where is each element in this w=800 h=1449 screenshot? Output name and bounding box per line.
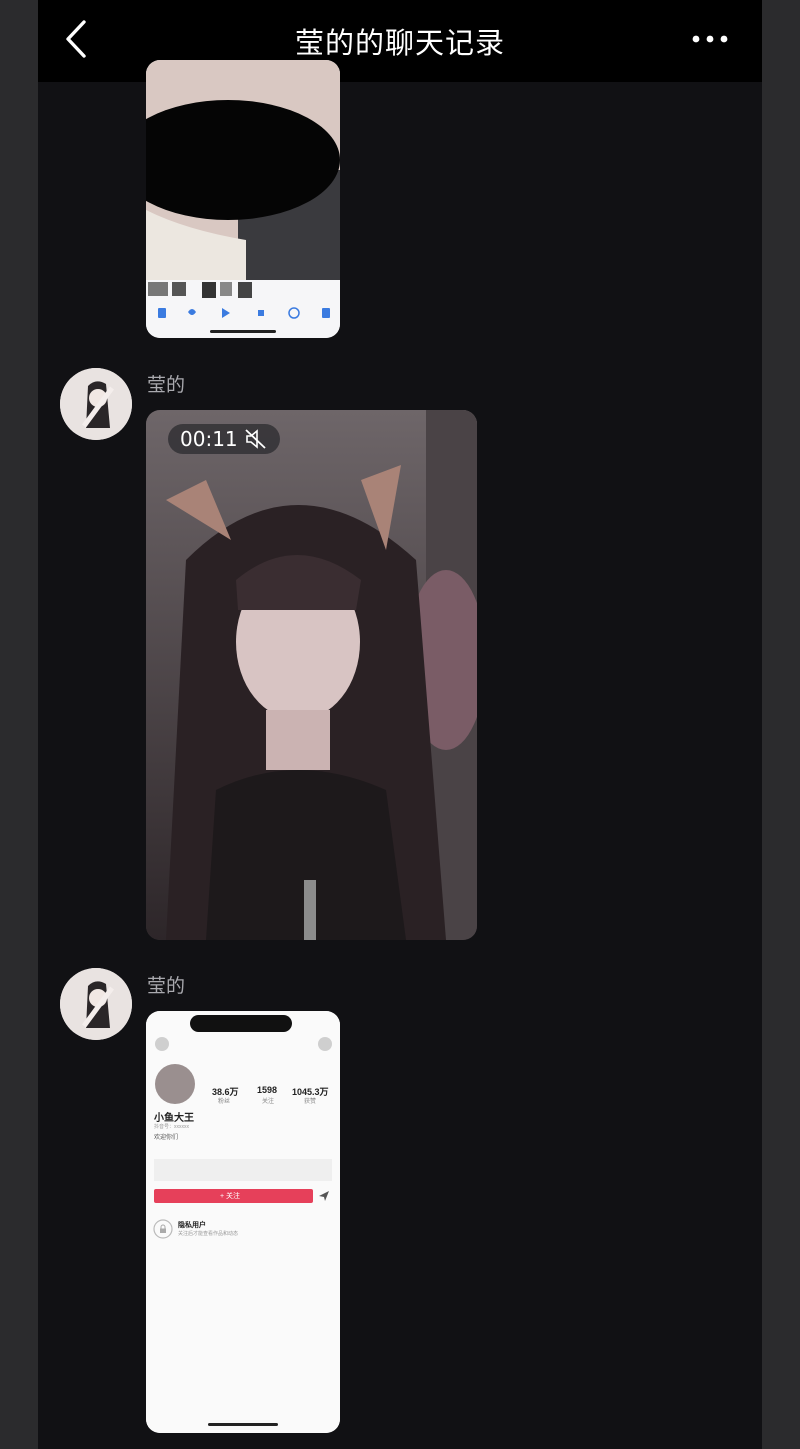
- message-video[interactable]: 00:11: [146, 410, 477, 940]
- profile-bio: 欢迎你们: [154, 1135, 179, 1141]
- message-image-1[interactable]: [146, 60, 340, 338]
- message-image-2[interactable]: 38.6万 粉丝 1598 关注 1045.3万 获赞 小鱼大王 抖音号：xxx…: [146, 1011, 340, 1433]
- send-icon: [319, 1191, 329, 1201]
- mute-icon: [245, 429, 266, 449]
- follow-button: + 关注: [220, 1193, 241, 1200]
- photo-screenshot-image: [146, 60, 340, 338]
- page: 莹的的聊天记录 莹的 00:11 莹的 38.6万 粉丝 1598 关注 104…: [0, 0, 800, 1449]
- private-title: 隐私用户: [178, 1222, 206, 1229]
- more-icon[interactable]: [688, 22, 732, 56]
- sender-name: 莹的: [147, 975, 186, 997]
- profile-screenshot-image: [146, 1011, 340, 1433]
- likes-label: 获赞: [304, 1099, 317, 1105]
- chat-title: 莹的的聊天记录: [294, 26, 505, 60]
- private-desc: 关注后才能查看作品和动态: [178, 1231, 239, 1237]
- followers-label: 粉丝: [218, 1099, 231, 1105]
- following-count: 1598: [257, 1085, 278, 1095]
- profile-name: 小鱼大王: [154, 1113, 194, 1124]
- video-duration: 00:11: [168, 424, 280, 454]
- video-thumbnail: [146, 410, 477, 940]
- chat-screen: 莹的的聊天记录 莹的 00:11 莹的 38.6万 粉丝 1598 关注 104…: [38, 0, 762, 1449]
- avatar[interactable]: [60, 968, 132, 1040]
- sender-name: 莹的: [147, 374, 186, 396]
- following-label: 关注: [262, 1099, 275, 1105]
- lock-icon: [160, 1224, 166, 1233]
- avatar[interactable]: [60, 368, 132, 440]
- profile-id: 抖音号：xxxxxx: [154, 1124, 190, 1130]
